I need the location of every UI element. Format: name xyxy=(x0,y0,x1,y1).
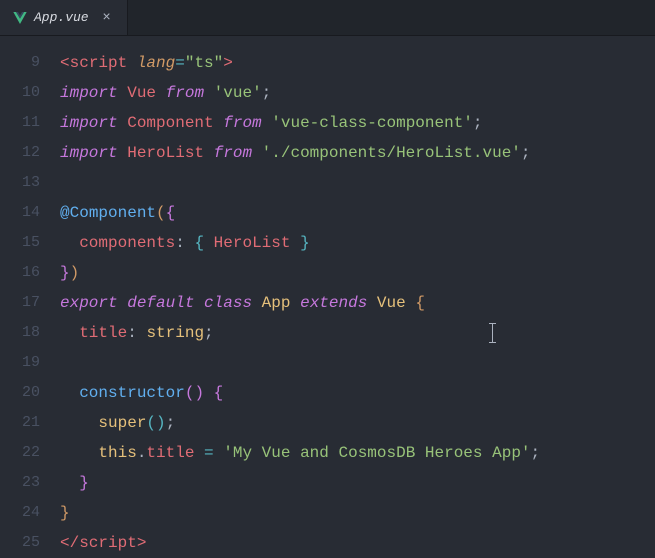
code-line[interactable]: components: { HeroList } xyxy=(60,228,655,258)
tab-filename: App.vue xyxy=(34,10,89,25)
line-number: 13 xyxy=(0,168,40,198)
code-line[interactable]: import HeroList from './components/HeroL… xyxy=(60,138,655,168)
line-number: 20 xyxy=(0,378,40,408)
code-line[interactable]: title: string; xyxy=(60,318,655,348)
file-tab[interactable]: App.vue × xyxy=(0,0,128,35)
code-editor[interactable]: 910111213141516171819202122232425 <scrip… xyxy=(0,36,655,554)
line-number: 21 xyxy=(0,408,40,438)
tab-bar: App.vue × xyxy=(0,0,655,36)
line-number: 24 xyxy=(0,498,40,528)
code-line[interactable]: constructor() { xyxy=(60,378,655,408)
vue-icon xyxy=(12,10,28,26)
code-line[interactable]: } xyxy=(60,498,655,528)
line-number: 19 xyxy=(0,348,40,378)
line-number: 16 xyxy=(0,258,40,288)
code-line[interactable]: } xyxy=(60,468,655,498)
line-number: 17 xyxy=(0,288,40,318)
code-line[interactable]: }) xyxy=(60,258,655,288)
close-icon[interactable]: × xyxy=(99,10,115,26)
line-number: 15 xyxy=(0,228,40,258)
line-number: 11 xyxy=(0,108,40,138)
line-number: 22 xyxy=(0,438,40,468)
code-content[interactable]: <script lang="ts">import Vue from 'vue';… xyxy=(60,48,655,554)
line-number: 12 xyxy=(0,138,40,168)
line-number: 9 xyxy=(0,48,40,78)
line-number: 18 xyxy=(0,318,40,348)
code-line[interactable]: @Component({ xyxy=(60,198,655,228)
code-line[interactable]: <script lang="ts"> xyxy=(60,48,655,78)
code-line[interactable]: super(); xyxy=(60,408,655,438)
code-line[interactable]: import Vue from 'vue'; xyxy=(60,78,655,108)
code-line[interactable] xyxy=(60,168,655,198)
code-line[interactable]: export default class App extends Vue { xyxy=(60,288,655,318)
line-number: 10 xyxy=(0,78,40,108)
code-line[interactable]: import Component from 'vue-class-compone… xyxy=(60,108,655,138)
text-cursor xyxy=(492,323,493,343)
code-line[interactable] xyxy=(60,348,655,378)
line-number-gutter: 910111213141516171819202122232425 xyxy=(0,48,60,554)
line-number: 23 xyxy=(0,468,40,498)
code-line[interactable]: this.title = 'My Vue and CosmosDB Heroes… xyxy=(60,438,655,468)
line-number: 14 xyxy=(0,198,40,228)
